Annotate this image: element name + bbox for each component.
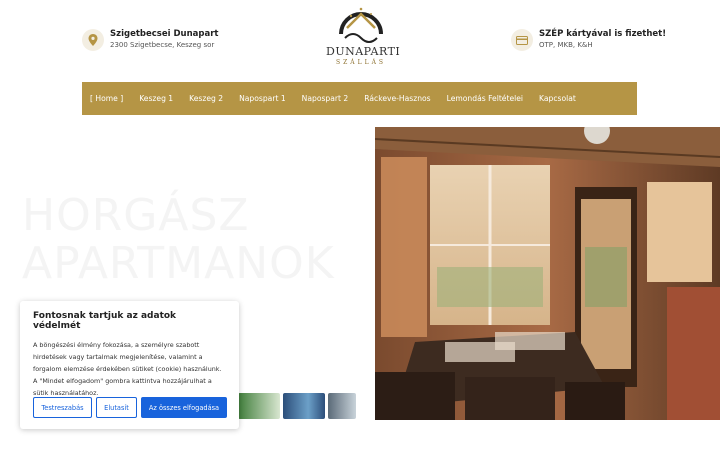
header-payment: SZÉP kártyával is fizethet! OTP, MKB, K&… <box>511 29 666 51</box>
logo-mark-icon <box>339 7 383 43</box>
main-nav: [ Home ] Keszeg 1 Keszeg 2 Napospart 1 N… <box>82 82 637 115</box>
site-logo[interactable]: DUNAPARTI SZÁLLÁS <box>326 4 401 70</box>
location-address: 2300 Szigetbecse, Keszeg sor <box>110 41 215 49</box>
hero-photo <box>375 127 720 420</box>
nav-item-lemondas[interactable]: Lemondás Feltételei <box>447 94 523 103</box>
location-title: Szigetbecsei Dunapart <box>110 29 219 39</box>
cookie-text: A böngészési élmény fokozása, a személyr… <box>33 341 222 397</box>
payment-title: SZÉP kártyával is fizethet! <box>539 29 667 39</box>
cookie-customize-button[interactable]: Testreszabás <box>33 397 92 418</box>
logo-wordmark: DUNAPARTI <box>326 45 401 58</box>
nav-item-kapcsolat[interactable]: Kapcsolat <box>539 94 576 103</box>
hero-heading: HORGÁSZ APARTMANOK <box>22 192 335 288</box>
card-icon <box>511 29 533 51</box>
partner-badges <box>238 393 359 419</box>
payment-banks: OTP, MKB, K&H <box>539 41 593 49</box>
logo-subtitle: SZÁLLÁS <box>335 59 387 66</box>
nav-item-napospart-1[interactable]: Napospart 1 <box>239 94 286 103</box>
header-location: Szigetbecsei Dunapart 2300 Szigetbecse, … <box>82 29 218 51</box>
hero-heading-line-1: HORGÁSZ <box>22 190 250 241</box>
nav-item-napospart-2[interactable]: Napospart 2 <box>302 94 349 103</box>
cookie-consent-dialog: Fontosnak tartjuk az adatok védelmét A b… <box>20 301 239 429</box>
location-pin-icon <box>82 29 104 51</box>
cookie-reject-button[interactable]: Elutasít <box>96 397 137 418</box>
hero-heading-line-2: APARTMANOK <box>22 238 335 289</box>
nav-item-keszeg-1[interactable]: Keszeg 1 <box>139 94 173 103</box>
partner-badge-3[interactable] <box>328 393 356 419</box>
nav-item-rackeve-hasznos[interactable]: Ráckeve-Hasznos <box>364 94 430 103</box>
nav-item-keszeg-2[interactable]: Keszeg 2 <box>189 94 223 103</box>
partner-badge-2[interactable] <box>283 393 325 419</box>
cookie-buttons: Testreszabás Elutasít Az összes elfogadá… <box>33 397 231 418</box>
partner-badge-1[interactable] <box>238 393 280 419</box>
nav-item-home[interactable]: [ Home ] <box>90 94 123 103</box>
cookie-title: Fontosnak tartjuk az adatok védelmét <box>33 311 177 331</box>
cookie-accept-all-button[interactable]: Az összes elfogadása <box>141 397 227 418</box>
